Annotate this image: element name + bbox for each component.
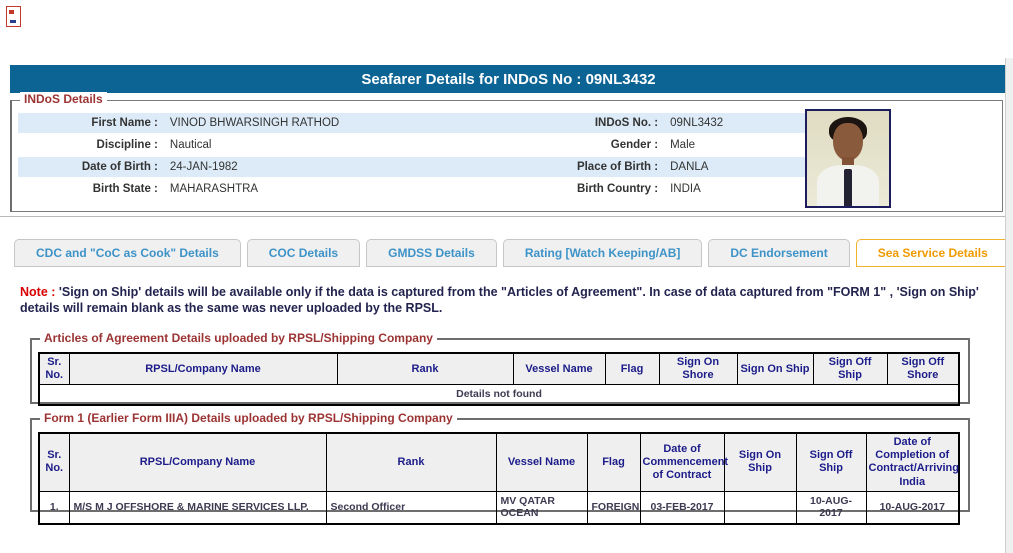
column-header: Flag xyxy=(604,352,660,386)
empty-row: Details not found xyxy=(38,384,960,406)
column-header: Sign On Ship xyxy=(736,352,814,386)
table-cell: M/S M J OFFSHORE & MARINE SERVICES LLP. xyxy=(68,490,327,525)
indos-details-legend: INDoS Details xyxy=(20,92,107,106)
form1-legend: Form 1 (Earlier Form IIIA) Details uploa… xyxy=(40,411,457,425)
detail-label: Discipline : xyxy=(96,139,158,151)
detail-value: VINOD BHWARSINGH RATHOD xyxy=(169,117,340,129)
detail-value: Male xyxy=(670,139,696,151)
detail-label: Gender : xyxy=(610,139,659,151)
indos-detail-row: Birth State : MAHARASHTRA Birth Country : I… xyxy=(18,178,810,200)
column-header: Rank xyxy=(325,432,497,492)
column-header: Sign Off Ship xyxy=(795,432,867,492)
seafarer-photo xyxy=(805,109,891,208)
table-cell: Second Officer xyxy=(325,490,497,525)
tab-dc-endorsement[interactable]: DC Endorsement xyxy=(708,239,850,267)
column-header: Rank xyxy=(336,352,514,386)
indos-detail-row: Date of Birth : 24-JAN-1982 Place of Birth… xyxy=(18,156,810,178)
empty-message: Details not found xyxy=(38,384,960,406)
column-header: Sr. No. xyxy=(38,352,70,386)
detail-label: First Name : xyxy=(91,117,158,129)
detail-value: MAHARASHTRA xyxy=(169,183,259,195)
column-header: Flag xyxy=(586,432,641,492)
detail-label: Birth State : xyxy=(92,183,158,195)
table-cell: 10-AUG-2017 xyxy=(865,490,960,525)
note-label: Note : xyxy=(20,285,56,299)
column-header: RPSL/Company Name xyxy=(68,352,338,386)
table-header-row: Sr. No. RPSL/Company Name Rank Vessel Name F… xyxy=(38,432,960,492)
tab-coc[interactable]: COC Details xyxy=(246,239,361,267)
indos-detail-row: First Name : VINOD BHWARSINGH RATHOD INDoS… xyxy=(18,113,810,134)
column-header: Sign On Ship xyxy=(723,432,797,492)
column-header: Sr. No. xyxy=(38,432,70,492)
column-header: Sign Off Shore xyxy=(886,352,960,386)
note-text: Note : 'Sign on Ship' details will be av… xyxy=(20,285,995,316)
form1-panel: Form 1 (Earlier Form IIIA) Details uploa… xyxy=(30,411,970,525)
photo-tie xyxy=(844,169,852,206)
table-cell: MV QATAR OCEAN xyxy=(495,490,588,525)
articles-legend: Articles of Agreement Details uploaded b… xyxy=(40,331,437,345)
detail-value: 24-JAN-1982 xyxy=(169,161,238,173)
detail-value: 09NL3432 xyxy=(670,117,724,129)
tab-cdc-coc-cook[interactable]: CDC and "CoC as Cook" Details xyxy=(14,239,241,267)
photo-face xyxy=(833,123,863,161)
articles-of-agreement-panel: Articles of Agreement Details uploaded b… xyxy=(30,331,970,406)
column-header: Date of Completion of Contract/Arriving … xyxy=(865,432,960,492)
detail-label: Place of Birth : xyxy=(576,161,659,173)
tab-bar: CDC and "CoC as Cook" Details COC Details… xyxy=(14,239,1013,267)
column-header: Vessel Name xyxy=(512,352,606,386)
note-body: 'Sign on Ship' details will be available… xyxy=(20,285,979,315)
table-row: 1. M/S M J OFFSHORE & MARINE SERVICES LLP… xyxy=(38,490,960,525)
table-cell: FOREIGN xyxy=(586,490,641,525)
table-cell xyxy=(723,490,797,525)
section-divider xyxy=(0,216,1005,217)
column-header: Sign Off Ship xyxy=(812,352,888,386)
table-header-row: Sr. No. RPSL/Company Name Rank Vessel Name F… xyxy=(38,352,960,386)
detail-value: INDIA xyxy=(670,183,701,195)
detail-label: INDoS No. : xyxy=(594,117,659,129)
column-header: Date of Commencement of Contract xyxy=(639,432,728,492)
table-cell: 1. xyxy=(38,490,70,525)
detail-value: DANLA xyxy=(670,161,709,173)
detail-label: Date of Birth : xyxy=(81,161,158,173)
seafarer-details-page: Seafarer Details for INDoS No : 09NL3432… xyxy=(0,0,1013,553)
page-title: Seafarer Details for INDoS No : 09NL3432 xyxy=(10,65,1007,93)
tab-gmdss[interactable]: GMDSS Details xyxy=(366,239,497,267)
detail-value: Nautical xyxy=(169,139,212,151)
column-header: Vessel Name xyxy=(495,432,588,492)
indos-detail-row: Discipline : Nautical Gender : Male xyxy=(18,134,810,156)
tab-sea-service[interactable]: Sea Service Details xyxy=(855,239,1010,267)
vertical-scrollbar[interactable] xyxy=(1005,58,1013,553)
indos-details-table: First Name : VINOD BHWARSINGH RATHOD INDoS… xyxy=(18,113,810,201)
column-header: Sign On Shore xyxy=(658,352,738,386)
form1-table: Sr. No. RPSL/Company Name Rank Vessel Name F… xyxy=(38,432,960,525)
articles-table: Sr. No. RPSL/Company Name Rank Vessel Name F… xyxy=(38,352,960,406)
table-cell: 10-AUG-2017 xyxy=(795,490,867,525)
detail-label: Birth Country : xyxy=(576,183,659,195)
broken-image-icon xyxy=(6,6,21,27)
table-cell: 03-FEB-2017 xyxy=(639,490,725,525)
column-header: RPSL/Company Name xyxy=(68,432,327,492)
tab-rating[interactable]: Rating [Watch Keeping/AB] xyxy=(502,239,703,267)
